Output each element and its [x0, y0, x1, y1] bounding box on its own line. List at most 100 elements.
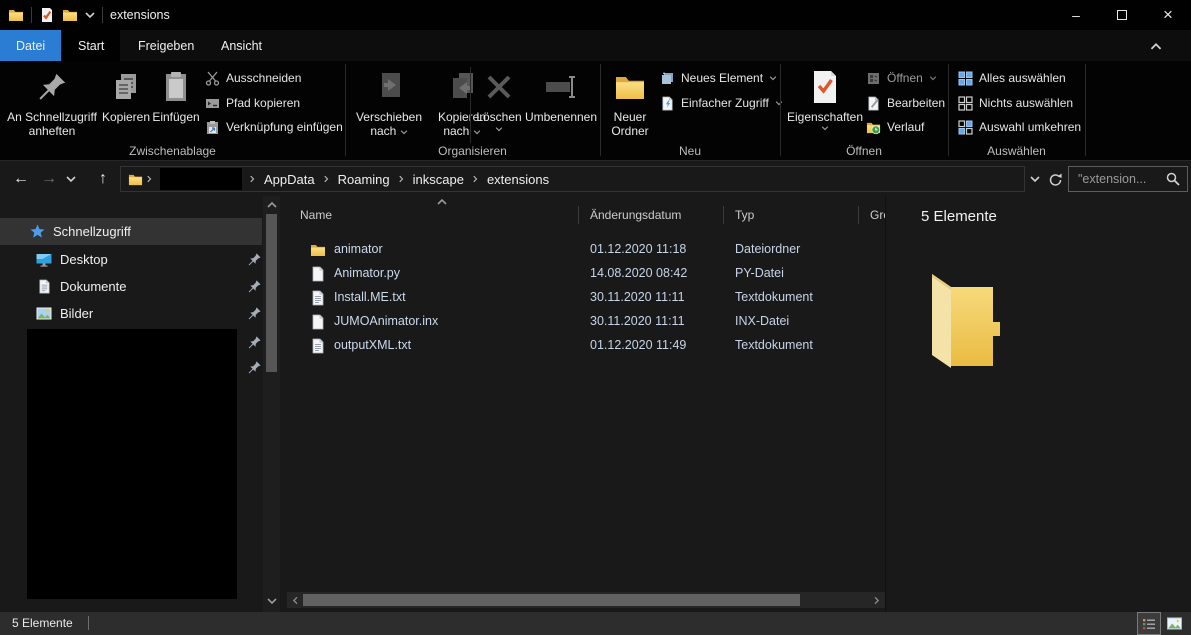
breadcrumb-chevron-icon[interactable]	[145, 176, 155, 183]
scroll-up-icon[interactable]	[267, 201, 277, 208]
horizontal-scrollbar[interactable]	[287, 592, 885, 608]
paste-shortcut-label: Verknüpfung einfügen	[226, 120, 343, 134]
file-type: Textdokument	[735, 290, 813, 304]
sidebar-scrollbar[interactable]	[263, 196, 280, 612]
text-file-icon	[310, 290, 326, 306]
breadcrumb-segment[interactable]: extensions	[482, 172, 554, 187]
sidebar-item-desktop[interactable]: Desktop	[0, 246, 262, 273]
table-row[interactable]: outputXML.txt 01.12.2020 11:49 Textdokum…	[287, 334, 885, 358]
qat-properties-icon[interactable]	[39, 7, 55, 23]
new-folder-button[interactable]: Neuer Ordner	[604, 64, 656, 138]
new-item-button[interactable]: Neues Element	[660, 68, 777, 88]
minimize-button[interactable]: –	[1053, 0, 1099, 30]
rename-button[interactable]: Umbenennen	[524, 64, 598, 124]
details-view-button[interactable]	[1138, 613, 1160, 634]
scroll-right-icon[interactable]	[870, 593, 884, 607]
column-header-size[interactable]: Größe	[870, 202, 885, 228]
copy-path-button[interactable]: Pfad kopieren	[205, 93, 300, 113]
title-bar[interactable]: extensions – ×	[0, 0, 1191, 30]
file-name: outputXML.txt	[334, 338, 411, 352]
ribbon-group-new: Neuer Ordner Neues Element Einfacher Zug…	[600, 61, 780, 161]
column-header-type[interactable]: Typ	[735, 202, 855, 228]
close-button[interactable]: ×	[1145, 0, 1191, 30]
address-bar[interactable]: AppData Roaming inkscape extensions	[120, 166, 1025, 192]
thumbnail-view-button[interactable]	[1163, 613, 1185, 634]
maximize-icon	[1117, 10, 1127, 20]
status-items-count: 5 Elemente	[12, 616, 73, 630]
move-to-label-line2: nach	[370, 124, 407, 138]
tab-ansicht[interactable]: Ansicht	[205, 30, 278, 61]
column-header-name[interactable]: Name	[300, 202, 576, 228]
address-dropdown-button[interactable]	[1026, 166, 1044, 192]
select-all-button[interactable]: Alles auswählen	[958, 68, 1066, 88]
table-row[interactable]: animator 01.12.2020 11:18 Dateiordner	[287, 238, 885, 262]
pin-icon[interactable]	[248, 253, 261, 266]
scroll-left-icon[interactable]	[288, 593, 302, 607]
recent-locations-button[interactable]	[62, 166, 80, 192]
table-row[interactable]: Install.ME.txt 30.11.2020 11:11 Textdoku…	[287, 286, 885, 310]
table-row[interactable]: Animator.py 14.08.2020 08:42 PY-Datei	[287, 262, 885, 286]
properties-button[interactable]: Eigenschaften	[786, 64, 864, 131]
maximize-button[interactable]	[1099, 0, 1145, 30]
search-input[interactable]	[1069, 172, 1166, 186]
collapse-ribbon-icon[interactable]	[1150, 42, 1162, 50]
pin-to-quick-access-button[interactable]: An Schnellzugriff anheften	[2, 64, 102, 138]
invert-selection-button[interactable]: Auswahl umkehren	[958, 117, 1081, 137]
delete-button[interactable]: Löschen	[474, 64, 524, 132]
clipboard-icon	[163, 71, 189, 103]
sidebar-item-label: Dokumente	[60, 279, 126, 294]
history-icon	[866, 120, 881, 135]
scroll-down-icon[interactable]	[267, 598, 277, 605]
up-button[interactable]: ↑	[90, 166, 116, 192]
table-row[interactable]: JUMOAnimator.inx 30.11.2020 11:11 INX-Da…	[287, 310, 885, 334]
column-header-date[interactable]: Änderungsdatum	[590, 202, 720, 228]
open-button[interactable]: Öffnen	[866, 68, 937, 88]
scrollbar-thumb[interactable]	[303, 594, 800, 606]
breadcrumb-segment[interactable]: inkscape	[408, 172, 469, 187]
refresh-button[interactable]	[1044, 166, 1066, 192]
forward-button[interactable]: →	[36, 166, 62, 192]
breadcrumb-chevron-icon[interactable]	[396, 176, 406, 183]
tab-datei[interactable]: Datei	[0, 30, 61, 61]
column-separator[interactable]	[723, 206, 724, 224]
invert-selection-icon	[958, 120, 973, 135]
file-name: JUMOAnimator.inx	[334, 314, 438, 328]
copy-button[interactable]: Kopieren	[102, 64, 150, 124]
easy-access-button[interactable]: Einfacher Zugriff	[660, 93, 783, 113]
cut-button[interactable]: Ausschneiden	[205, 68, 301, 88]
history-button[interactable]: Verlauf	[866, 117, 924, 137]
redacted-sidebar-area	[27, 329, 237, 599]
pin-icon[interactable]	[248, 361, 261, 374]
pin-icon[interactable]	[248, 280, 261, 293]
pin-icon[interactable]	[248, 307, 261, 320]
sidebar-item-bilder[interactable]: Bilder	[0, 300, 262, 327]
column-separator[interactable]	[578, 206, 579, 224]
move-to-button[interactable]: Verschieben nach	[348, 64, 430, 138]
tab-datei-label: Datei	[16, 39, 45, 53]
search-icon[interactable]	[1166, 172, 1180, 186]
breadcrumb-chevron-icon[interactable]	[248, 176, 258, 183]
scrollbar-thumb[interactable]	[266, 214, 277, 372]
qat-customize-chevron-icon[interactable]	[85, 12, 95, 19]
breadcrumb-segment[interactable]: AppData	[259, 172, 320, 187]
group-label-new: Neu	[600, 144, 780, 158]
edit-button[interactable]: Bearbeiten	[866, 93, 945, 113]
tab-freigeben[interactable]: Freigeben	[122, 30, 210, 61]
back-button[interactable]: ←	[8, 166, 34, 192]
sidebar-item-dokumente[interactable]: Dokumente	[0, 273, 262, 300]
quick-access-toolbar: extensions	[8, 0, 170, 30]
pin-icon[interactable]	[248, 336, 261, 349]
breadcrumb-chevron-icon[interactable]	[470, 176, 480, 183]
column-separator[interactable]	[858, 206, 859, 224]
breadcrumb-chevron-icon[interactable]	[321, 176, 331, 183]
qat-new-folder-icon[interactable]	[62, 7, 78, 23]
file-date: 01.12.2020 11:49	[590, 338, 686, 352]
paste-button[interactable]: Einfügen	[150, 64, 202, 124]
file-name: Install.ME.txt	[334, 290, 406, 304]
paste-shortcut-button[interactable]: Verknüpfung einfügen	[205, 117, 343, 137]
tab-start[interactable]: Start	[62, 30, 120, 61]
breadcrumb-segment[interactable]: Roaming	[333, 172, 395, 187]
copy-icon	[111, 71, 141, 103]
select-none-button[interactable]: Nichts auswählen	[958, 93, 1073, 113]
sidebar-item-schnellzugriff[interactable]: Schnellzugriff	[0, 218, 262, 245]
